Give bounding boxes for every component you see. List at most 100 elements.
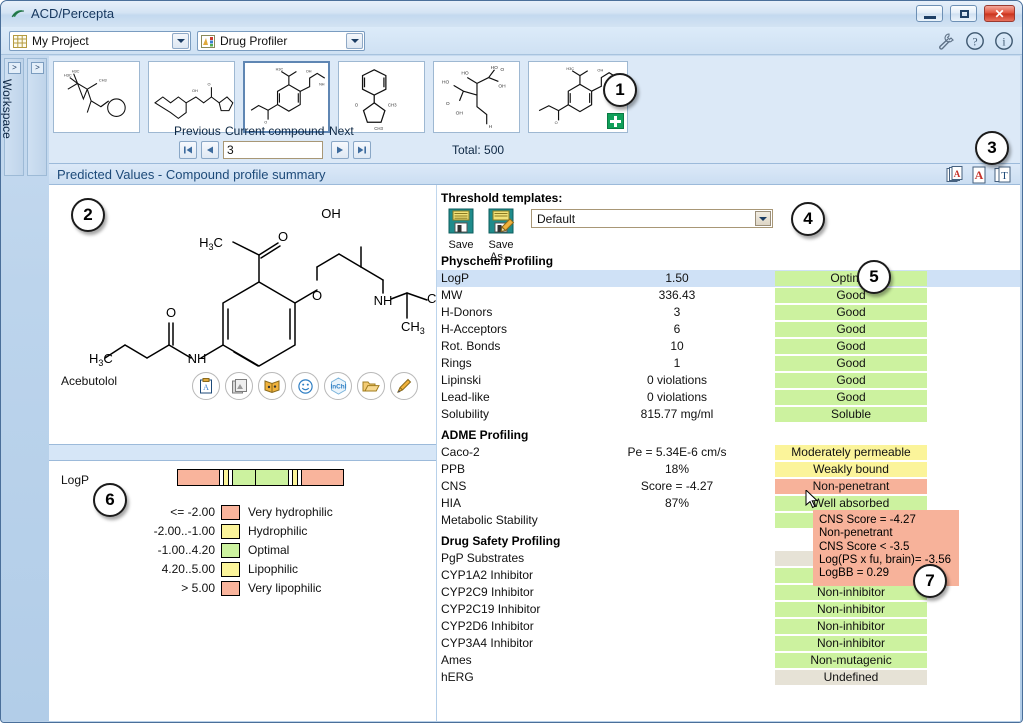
svg-text:CH3: CH3 [99, 77, 107, 82]
profiling-status-badge: Non-inhibitor [775, 585, 927, 600]
profiling-row[interactable]: H-Acceptors 6 Good [437, 321, 1020, 338]
edit-structure-button[interactable] [390, 372, 418, 400]
save-threshold-button[interactable]: Save [439, 207, 483, 251]
profiling-property-name: H-Donors [441, 305, 493, 319]
profiling-property-name: CNS [441, 479, 467, 493]
next-compound-button[interactable] [331, 141, 349, 159]
floppy-pencil-icon [488, 208, 515, 234]
first-compound-button[interactable] [179, 141, 197, 159]
svg-text:OH: OH [306, 69, 312, 73]
profiling-status-badge: Good [775, 390, 927, 405]
module-selector[interactable]: Drug Profiler [197, 31, 365, 51]
threshold-template-selector[interactable]: Default [531, 209, 773, 228]
callout-marker-7: 7 [913, 564, 947, 598]
profiling-group-spacer [437, 686, 1020, 690]
profiling-row[interactable]: CYP2C19 Inhibitor Non-inhibitor [437, 601, 1020, 618]
svg-text:O: O [446, 101, 450, 107]
profiling-row[interactable]: CYP2D6 Inhibitor Non-inhibitor [437, 618, 1020, 635]
profiling-row[interactable]: Solubility 815.77 mg/ml Soluble [437, 406, 1020, 423]
logp-legend-label: Very hydrophilic [248, 505, 333, 519]
profiling-row[interactable]: Caco-2 Pe = 5.34E-6 cm/s Moderately permea… [437, 444, 1020, 461]
dictionary-button[interactable] [258, 372, 286, 400]
profiling-status-badge: Well absorbed [775, 496, 927, 511]
profiling-row[interactable]: H-Donors 3 Good [437, 304, 1020, 321]
profiling-row[interactable]: PPB 18% Weakly bound [437, 461, 1020, 478]
callout-marker-5: 5 [857, 260, 891, 294]
project-selector[interactable]: My Project [9, 31, 191, 51]
module-dropdown-arrow[interactable] [346, 33, 363, 49]
copy-image-button[interactable] [225, 372, 253, 400]
first-page-icon [184, 146, 192, 154]
data-source-expand-button[interactable]: > [8, 62, 21, 74]
profiling-property-name: CYP2C9 Inhibitor [441, 585, 534, 599]
title-bar: ACD/Percepta ✕ [1, 1, 1022, 27]
svg-text:H3C: H3C [566, 66, 574, 71]
open-folder-button[interactable] [357, 372, 385, 400]
profiling-status-badge: Good [775, 288, 927, 303]
profiling-status-badge: Non-penetrant [775, 479, 927, 494]
copy-structure-button[interactable]: A [192, 372, 220, 400]
smiles-button[interactable] [291, 372, 319, 400]
project-dropdown-arrow[interactable] [172, 33, 189, 49]
structure-viewer[interactable]: H3C O OH O NH CH3 CH3 O NH H3C Acebutolo… [49, 185, 451, 444]
logp-legend-row: -1.00..4.20 Optimal [137, 541, 333, 559]
profiling-row[interactable]: CYP3A4 Inhibitor Non-inhibitor [437, 635, 1020, 652]
logp-legend-label: Very lipophilic [248, 581, 322, 595]
profiling-status-badge: Good [775, 339, 927, 354]
profiling-status-badge: Good [775, 373, 927, 388]
svg-text:O: O [355, 103, 359, 108]
save-label: Save [448, 239, 474, 251]
profiling-property-name: HIA [441, 496, 462, 510]
wrench-icon[interactable] [936, 31, 956, 51]
profiling-row[interactable]: Rot. Bonds 10 Good [437, 338, 1020, 355]
profiling-row[interactable]: Ames Non-mutagenic [437, 652, 1020, 669]
svg-text:H3C: H3C [72, 69, 80, 74]
svg-text:InChI: InChI [330, 384, 346, 391]
export-icon-group: A A T [946, 166, 1012, 184]
sidebar-tab-workspace[interactable]: > Workspace [1, 58, 47, 176]
profiling-property-name: Caco-2 [441, 445, 480, 459]
minimize-button[interactable] [916, 5, 943, 22]
text-icon[interactable]: T [994, 166, 1012, 184]
maximize-button[interactable] [950, 5, 977, 22]
svg-text:H3C: H3C [199, 235, 223, 252]
profiling-row[interactable]: MW 336.43 Good [437, 287, 1020, 304]
pdf-multi-icon[interactable]: A [946, 166, 964, 184]
pdf-icon[interactable]: A [970, 166, 988, 184]
profiling-row[interactable]: CNS Score = -4.27 Non-penetrant [437, 478, 1020, 495]
left-content-panel: H3C O OH O NH CH3 CH3 O NH H3C Acebutolo… [49, 185, 451, 721]
compound-navigation: Previous Current compound Next 3 Total: … [49, 123, 1020, 159]
profiling-status-badge: Undefined [775, 670, 927, 685]
svg-text:OH: OH [321, 206, 341, 221]
svg-text:H3C: H3C [89, 351, 113, 368]
logp-title: LogP [61, 473, 90, 487]
inchi-button[interactable]: InChI [324, 372, 352, 400]
profiling-row[interactable]: LogP 1.50 Optimal [437, 270, 1020, 287]
profiling-property-name: hERG [441, 670, 474, 684]
workspace-expand-button[interactable]: > [31, 62, 44, 74]
help-icon[interactable]: ? [965, 31, 985, 51]
close-button[interactable]: ✕ [984, 5, 1015, 22]
profiling-property-name: MW [441, 288, 463, 302]
current-compound-input[interactable]: 3 [223, 141, 323, 159]
profiling-row[interactable]: hERG Undefined [437, 669, 1020, 686]
profiling-property-value: 1 [673, 356, 681, 370]
profiling-property-name: CYP3A4 Inhibitor [441, 636, 534, 650]
profiling-row[interactable]: Lipinski 0 violations Good [437, 372, 1020, 389]
section-header: Predicted Values - Compound profile summ… [49, 163, 1020, 185]
logp-legend-swatch [221, 542, 240, 558]
profiling-property-name: PPB [441, 462, 466, 476]
profiling-row[interactable]: Rings 1 Good [437, 355, 1020, 372]
inchi-icon: InChI [330, 377, 346, 395]
profiling-property-name: Lead-like [441, 390, 490, 404]
svg-text:H3C: H3C [64, 73, 72, 78]
threshold-dropdown-arrow[interactable] [755, 211, 771, 226]
logp-legend-label: Lipophilic [248, 562, 299, 576]
svg-text:O: O [500, 67, 504, 73]
leaf-icon [11, 10, 25, 18]
previous-icon [207, 146, 213, 154]
previous-compound-button[interactable] [201, 141, 219, 159]
last-compound-button[interactable] [353, 141, 371, 159]
info-icon[interactable]: i [994, 31, 1014, 51]
profiling-row[interactable]: Lead-like 0 violations Good [437, 389, 1020, 406]
